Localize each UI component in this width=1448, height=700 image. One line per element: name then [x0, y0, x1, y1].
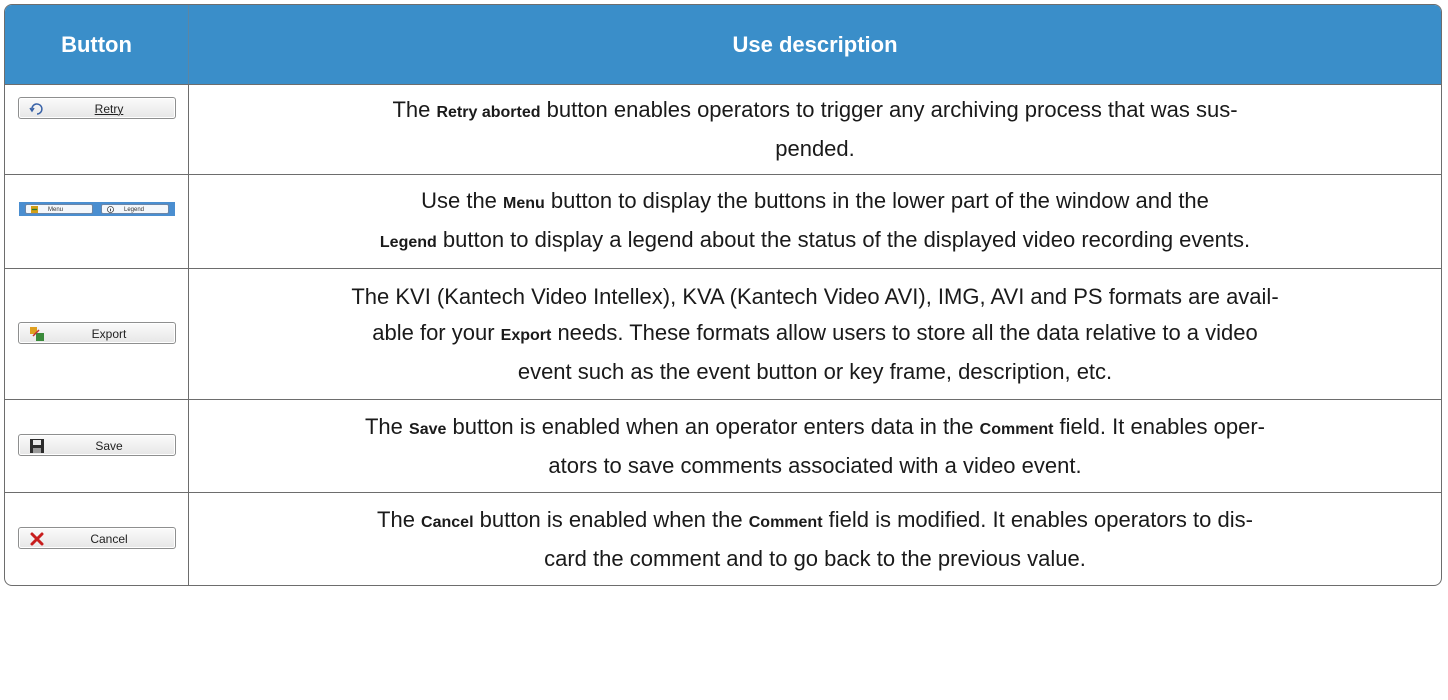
- desc-keyword: Save: [409, 420, 447, 438]
- cancel-button[interactable]: Cancel: [18, 527, 176, 549]
- description-cell: The KVI (Kantech Video Intellex), KVA (K…: [189, 268, 1441, 399]
- legend-button[interactable]: Legend: [101, 204, 169, 214]
- retry-button-label: Retry: [94, 102, 124, 116]
- menu-button[interactable]: Menu: [25, 204, 93, 214]
- desc-keyword: Retry aborted: [436, 104, 541, 121]
- desc-text: Use the: [421, 187, 504, 213]
- desc-text: The: [364, 413, 410, 439]
- retry-button[interactable]: Retry: [18, 97, 176, 119]
- desc-text: field is modified. It enables operators …: [822, 506, 1253, 532]
- button-cell: Menu Legend: [5, 174, 189, 268]
- export-button[interactable]: Export: [18, 322, 176, 344]
- desc-keyword: Menu: [503, 194, 545, 212]
- retry-icon: [29, 103, 43, 115]
- desc-text: needs. These formats allow users to stor…: [551, 319, 1258, 345]
- description-cell: The Save button is enabled when an opera…: [189, 399, 1441, 492]
- description-cell: The Retry aborted button enables operato…: [189, 84, 1441, 174]
- legend-button-label: Legend: [124, 207, 145, 213]
- save-icon: [30, 439, 44, 453]
- desc-keyword: Cancel: [421, 513, 474, 531]
- export-button-label: Export: [91, 327, 127, 341]
- desc-text: pended.: [775, 136, 855, 161]
- buttons-table-container: Button Use description Retry The Retry a…: [4, 4, 1442, 693]
- desc-text: button to display a legend about the sta…: [436, 226, 1251, 252]
- menu-button-label: Menu: [48, 207, 64, 213]
- save-button[interactable]: Save: [18, 434, 176, 456]
- button-cell: Export: [5, 268, 189, 399]
- desc-text: button is enabled when an operator enter…: [446, 413, 980, 439]
- button-cell: Retry: [5, 84, 189, 174]
- export-icon: [30, 327, 44, 341]
- desc-text: ators to save comments associated with a…: [548, 452, 1082, 478]
- desc-text: field. It enables oper-: [1053, 413, 1266, 439]
- description-cell: The Cancel button is enabled when the Co…: [189, 492, 1441, 585]
- cancel-button-label: Cancel: [90, 532, 128, 546]
- header-button: Button: [5, 5, 189, 84]
- table-row: Menu Legend Use the Menu button to displ…: [5, 174, 1441, 268]
- table-row: Save The Save button is enabled when an …: [5, 399, 1441, 492]
- desc-keyword: Comment: [979, 420, 1054, 438]
- table-row: Cancel The Cancel button is enabled when…: [5, 492, 1441, 585]
- description-cell: Use the Menu button to display the butto…: [189, 174, 1441, 268]
- header-row: Button Use description: [5, 5, 1441, 84]
- table-row: Export The KVI (Kantech Video Intellex),…: [5, 268, 1441, 399]
- desc-text: button to display the buttons in the low…: [544, 187, 1209, 213]
- menu-icon: [31, 206, 38, 213]
- cancel-icon: [30, 532, 44, 546]
- desc-text: The: [377, 506, 422, 532]
- save-button-label: Save: [95, 439, 123, 453]
- menu-legend-toolbar: Menu Legend: [19, 202, 175, 216]
- desc-text: button is enabled when the: [473, 506, 749, 532]
- desc-keyword: Legend: [379, 233, 437, 251]
- button-cell: Save: [5, 399, 189, 492]
- button-cell: Cancel: [5, 492, 189, 585]
- buttons-table: Button Use description Retry The Retry a…: [4, 4, 1442, 586]
- desc-text: able for your: [372, 319, 501, 345]
- desc-text: button enables operators to trigger any …: [540, 97, 1238, 122]
- desc-text: The: [392, 97, 437, 122]
- header-description: Use description: [189, 5, 1441, 84]
- info-icon: [107, 206, 114, 213]
- desc-text: event such as the event button or key fr…: [517, 358, 1113, 384]
- desc-keyword: Export: [500, 326, 552, 344]
- desc-text: card the comment and to go back to the p…: [544, 545, 1086, 571]
- desc-text: The KVI (Kantech Video Intellex), KVA (K…: [351, 283, 1279, 309]
- table-row: Retry The Retry aborted button enables o…: [5, 84, 1441, 174]
- desc-keyword: Comment: [748, 513, 823, 531]
